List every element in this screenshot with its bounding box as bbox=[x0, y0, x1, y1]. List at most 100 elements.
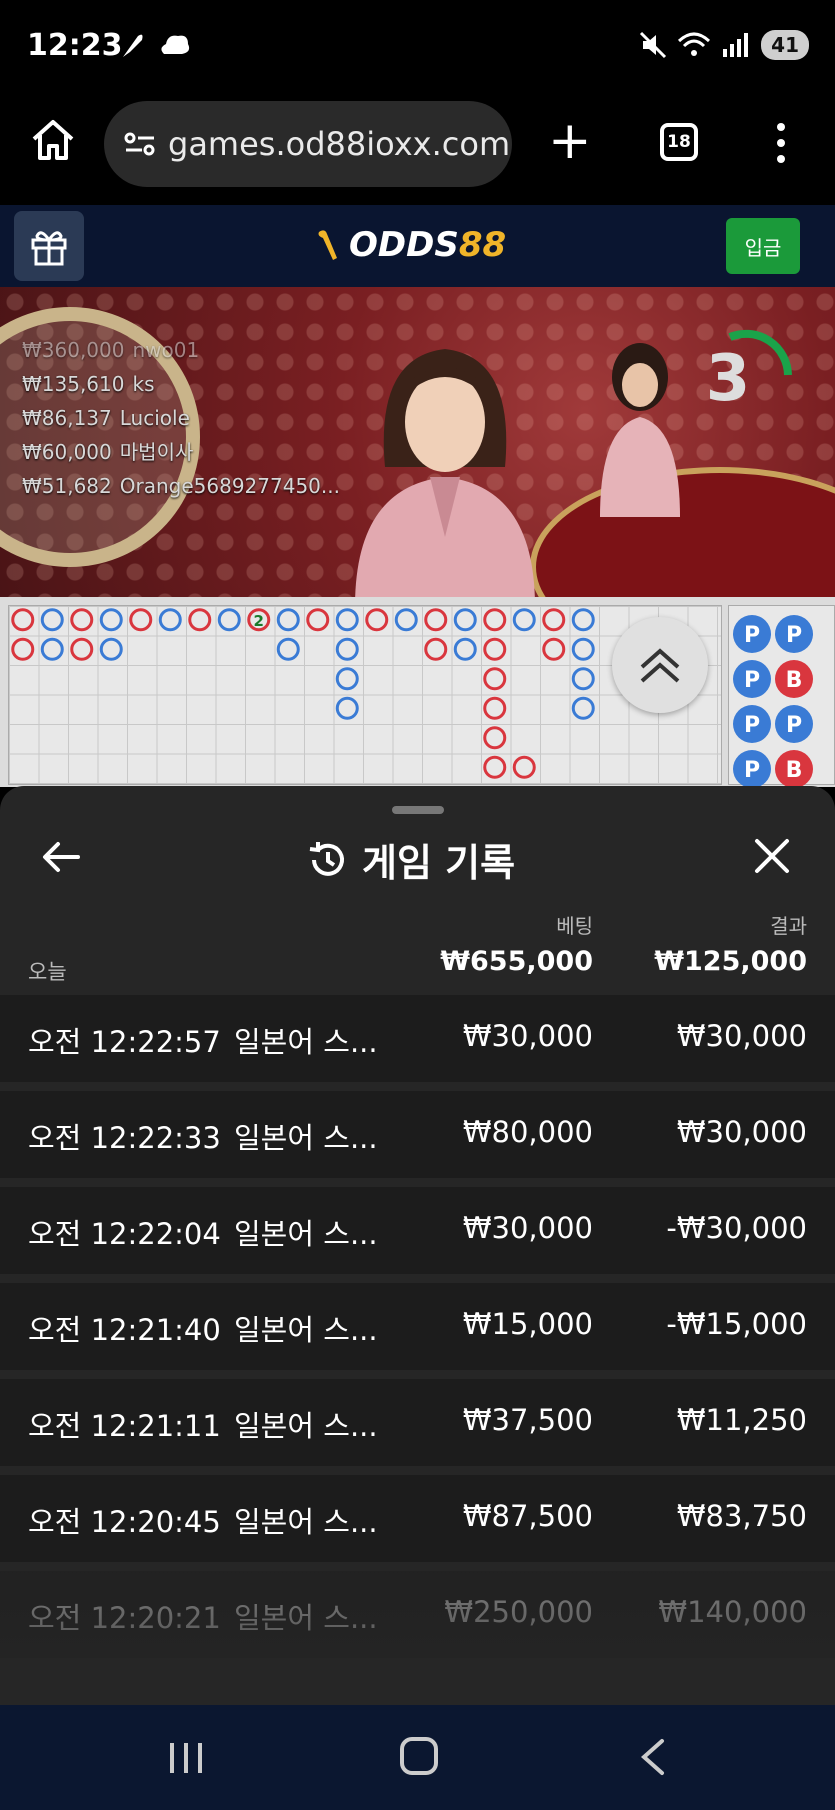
player-bead bbox=[571, 667, 595, 691]
expand-roadmap-button[interactable] bbox=[612, 617, 708, 713]
player-bead bbox=[571, 696, 595, 720]
cloud-icon bbox=[161, 35, 190, 54]
row-time: 오전 12:22:57 bbox=[28, 1025, 221, 1059]
recent-apps-icon[interactable] bbox=[166, 1741, 206, 1775]
dealer-figure bbox=[355, 349, 535, 597]
bead-road-beads: PPPPPBPB bbox=[733, 615, 813, 788]
leaderboard-amount: ₩360,000 bbox=[22, 338, 125, 362]
history-row[interactable]: 오전 12:22:04 일본어 스... ₩30,000 -₩30,000 bbox=[0, 1187, 835, 1274]
feather-icon bbox=[123, 34, 143, 57]
banker-bead bbox=[542, 637, 566, 661]
player-bead bbox=[40, 637, 64, 661]
logo-accent: 88 bbox=[458, 225, 507, 265]
leaderboard-row: ₩60,000 마법이사 bbox=[22, 435, 340, 469]
banker-bead bbox=[129, 608, 153, 632]
player-bead bbox=[40, 608, 64, 632]
history-list: 오전 12:22:57 일본어 스... ₩30,000 ₩30,000 오전 … bbox=[0, 995, 835, 1667]
url-text: games.od88ioxx.com bbox=[168, 125, 511, 163]
row-time: 오전 12:20:45 bbox=[28, 1505, 221, 1539]
row-time: 오전 12:21:40 bbox=[28, 1313, 221, 1347]
row-bet: ₩80,000 bbox=[462, 1115, 593, 1149]
player-bead bbox=[335, 696, 359, 720]
history-row[interactable]: 오전 12:21:40 일본어 스... ₩15,000 -₩15,000 bbox=[0, 1283, 835, 1370]
close-icon[interactable] bbox=[752, 836, 792, 876]
row-time: 오전 12:21:11 bbox=[28, 1409, 221, 1443]
leaderboard-name: nwo01 bbox=[132, 338, 200, 362]
banker-bead bbox=[188, 608, 212, 632]
new-tab-button[interactable]: + bbox=[548, 115, 592, 167]
row-result: ₩83,750 bbox=[676, 1499, 807, 1533]
history-row[interactable]: 오전 12:22:57 일본어 스... ₩30,000 ₩30,000 bbox=[0, 995, 835, 1082]
row-bet: ₩250,000 bbox=[444, 1595, 593, 1629]
leaderboard-amount: ₩135,610 bbox=[22, 372, 125, 396]
site-settings-icon[interactable] bbox=[122, 129, 158, 159]
row-game: 일본어 스... bbox=[234, 1409, 378, 1443]
player-bead bbox=[335, 667, 359, 691]
bead-label: P bbox=[744, 758, 760, 783]
status-notification-icons bbox=[118, 30, 192, 60]
history-row[interactable]: 오전 12:21:11 일본어 스... ₩37,500 ₩11,250 bbox=[0, 1379, 835, 1466]
tab-switcher-button[interactable]: 18 bbox=[660, 123, 698, 161]
bead-label: P bbox=[786, 623, 802, 648]
player-bead bbox=[571, 608, 595, 632]
banker-bead bbox=[306, 608, 330, 632]
history-icon bbox=[309, 841, 344, 876]
address-bar[interactable]: games.od88ioxx.com bbox=[104, 101, 512, 187]
player-bead bbox=[99, 637, 123, 661]
leaderboard-amount: ₩60,000 bbox=[22, 440, 112, 464]
banker-bead bbox=[424, 608, 448, 632]
leaderboard-row: ₩135,610 ks bbox=[22, 367, 340, 401]
history-row[interactable]: 오전 12:20:45 일본어 스... ₩87,500 ₩83,750 bbox=[0, 1475, 835, 1562]
live-video-stream[interactable]: ₩360,000 nwo01 ₩135,610 ks ₩86,137 Luciole … bbox=[0, 287, 835, 597]
more-menu-icon[interactable] bbox=[770, 121, 792, 165]
sheet-drag-handle[interactable] bbox=[392, 806, 444, 814]
row-bet: ₩87,500 bbox=[462, 1499, 593, 1533]
wifi-icon bbox=[678, 32, 711, 56]
player-bead bbox=[394, 608, 418, 632]
history-row[interactable]: 오전 12:20:21 일본어 스... ₩250,000 ₩140,000 bbox=[0, 1571, 835, 1658]
row-result: -₩15,000 bbox=[666, 1307, 807, 1341]
gift-button[interactable] bbox=[14, 211, 84, 281]
player-bead bbox=[571, 637, 595, 661]
status-system-icons: 41 bbox=[639, 30, 809, 60]
player-bead bbox=[158, 608, 182, 632]
row-result: ₩30,000 bbox=[676, 1115, 807, 1149]
banker-bead bbox=[542, 608, 566, 632]
leaderboard-row: ₩360,000 nwo01 bbox=[22, 333, 340, 367]
bead-label: P bbox=[744, 623, 760, 648]
nav-back-icon[interactable] bbox=[638, 1737, 668, 1777]
deposit-button[interactable]: 입금 bbox=[726, 218, 800, 274]
mute-icon bbox=[640, 31, 667, 59]
banker-bead bbox=[483, 637, 507, 661]
back-arrow-icon[interactable] bbox=[40, 836, 82, 878]
roadmap-panel: 2 PPPPPBPB bbox=[0, 597, 835, 788]
row-result: ₩140,000 bbox=[658, 1595, 807, 1629]
logo-text: ODDS bbox=[349, 225, 459, 265]
today-label: 오늘 bbox=[28, 960, 67, 984]
banker-bead bbox=[365, 608, 389, 632]
row-bet: ₩15,000 bbox=[462, 1307, 593, 1341]
gift-icon bbox=[31, 231, 67, 266]
history-row[interactable]: 오전 12:22:33 일본어 스... ₩80,000 ₩30,000 bbox=[0, 1091, 835, 1178]
nav-home-button[interactable] bbox=[400, 1737, 438, 1775]
sheet-title: 게임 기록 bbox=[362, 841, 516, 885]
logo-mark-icon bbox=[318, 230, 337, 260]
site-logo[interactable]: ODDS88 bbox=[315, 225, 506, 265]
home-icon[interactable] bbox=[30, 117, 76, 163]
banker-bead bbox=[11, 637, 35, 661]
player-bead bbox=[276, 608, 300, 632]
leaderboard-row: ₩51,682 Orange5689277450... bbox=[22, 469, 340, 503]
leaderboard-name: 마법이사 bbox=[119, 440, 194, 464]
row-game: 일본어 스... bbox=[234, 1025, 378, 1059]
row-bet: ₩30,000 bbox=[462, 1211, 593, 1245]
total-bet: ₩655,000 bbox=[440, 946, 593, 977]
row-bet: ₩37,500 bbox=[462, 1403, 593, 1437]
row-game: 일본어 스... bbox=[234, 1121, 378, 1155]
banker-bead bbox=[512, 755, 536, 779]
tie-count-label: 2 bbox=[254, 612, 264, 630]
battery-indicator: 41 bbox=[761, 30, 809, 60]
system-navigation-bar bbox=[0, 1705, 835, 1810]
status-time: 12:23 bbox=[27, 28, 123, 63]
leaderboard-name: Orange5689277450... bbox=[119, 474, 340, 498]
player-bead bbox=[217, 608, 241, 632]
